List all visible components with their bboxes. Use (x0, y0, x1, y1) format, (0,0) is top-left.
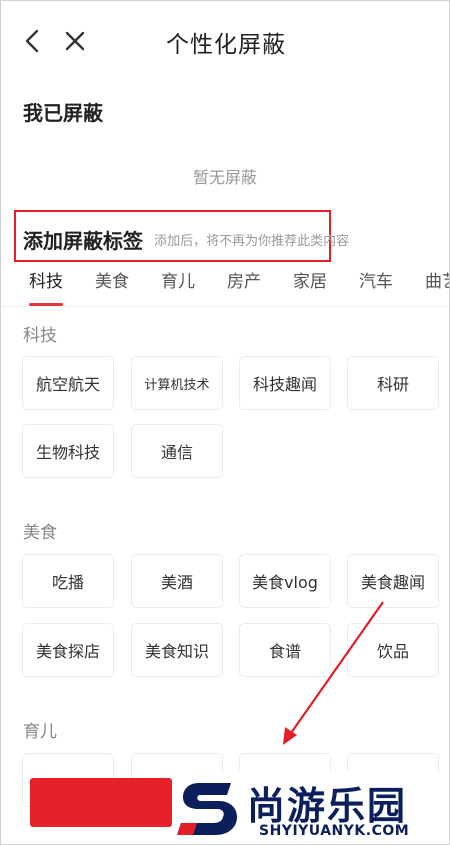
active-tab-indicator (29, 303, 63, 306)
tag-chip[interactable]: 科技趣闻 (239, 356, 331, 410)
add-tags-subtitle: 添加后，将不再为你推荐此类内容 (154, 234, 350, 249)
tag-chip[interactable]: 科研 (347, 356, 439, 410)
confirm-button[interactable] (30, 778, 172, 827)
tag-chip[interactable]: 美食vlog (239, 554, 331, 608)
tag-chip[interactable]: 吃播 (22, 554, 114, 608)
watermark: 尚游乐园 SHYIYUANYK.COM (173, 771, 449, 844)
category-label-parenting: 育儿 (23, 722, 57, 742)
tab-auto[interactable]: 汽车 (359, 267, 393, 292)
tag-chip[interactable]: 美食知识 (131, 623, 223, 677)
tag-chip[interactable]: 饮品 (347, 623, 439, 677)
tag-chip[interactable]: 美食趣闻 (347, 554, 439, 608)
blocked-section-title: 我已屏蔽 (23, 101, 103, 125)
tag-chip[interactable]: 航空航天 (22, 356, 114, 410)
page-title: 个性化屏蔽 (166, 32, 286, 58)
tab-tech[interactable]: 科技 (29, 267, 63, 292)
tab-home[interactable]: 家居 (293, 267, 327, 292)
tag-chip[interactable]: 计算机技术 (131, 356, 223, 410)
tab-realestate[interactable]: 房产 (227, 267, 261, 292)
tag-chip[interactable]: 食谱 (239, 623, 331, 677)
header: 个性化屏蔽 (1, 1, 449, 83)
add-tags-heading: 添加屏蔽标签 添加后，将不再为你推荐此类内容 (23, 225, 349, 255)
tab-opera[interactable]: 曲艺 (425, 267, 449, 292)
tag-chip[interactable]: 生物科技 (22, 424, 114, 478)
tag-chip[interactable]: 美酒 (131, 554, 223, 608)
brand-url: SHYIYUANYK.COM (259, 823, 410, 839)
tag-chip[interactable]: 美食探店 (22, 623, 114, 677)
brand-name: 尚游乐园 (247, 784, 408, 828)
tag-chip[interactable]: 通信 (131, 424, 223, 478)
category-label-tech: 科技 (23, 326, 57, 346)
category-tabs: 科技 美食 育儿 房产 家居 汽车 曲艺 (1, 263, 449, 307)
brand-logo-icon (177, 783, 237, 835)
blocked-empty-text: 暂无屏蔽 (192, 168, 257, 187)
tab-food[interactable]: 美食 (95, 267, 129, 292)
category-label-food: 美食 (23, 523, 57, 543)
annotation-arrow-icon (283, 601, 384, 745)
tab-parenting[interactable]: 育儿 (161, 267, 195, 292)
add-tags-title: 添加屏蔽标签 (23, 229, 143, 253)
screen: 个性化屏蔽 我已屏蔽 暂无屏蔽 添加屏蔽标签 添加后，将不再为你推荐此类内容 科… (0, 0, 450, 845)
